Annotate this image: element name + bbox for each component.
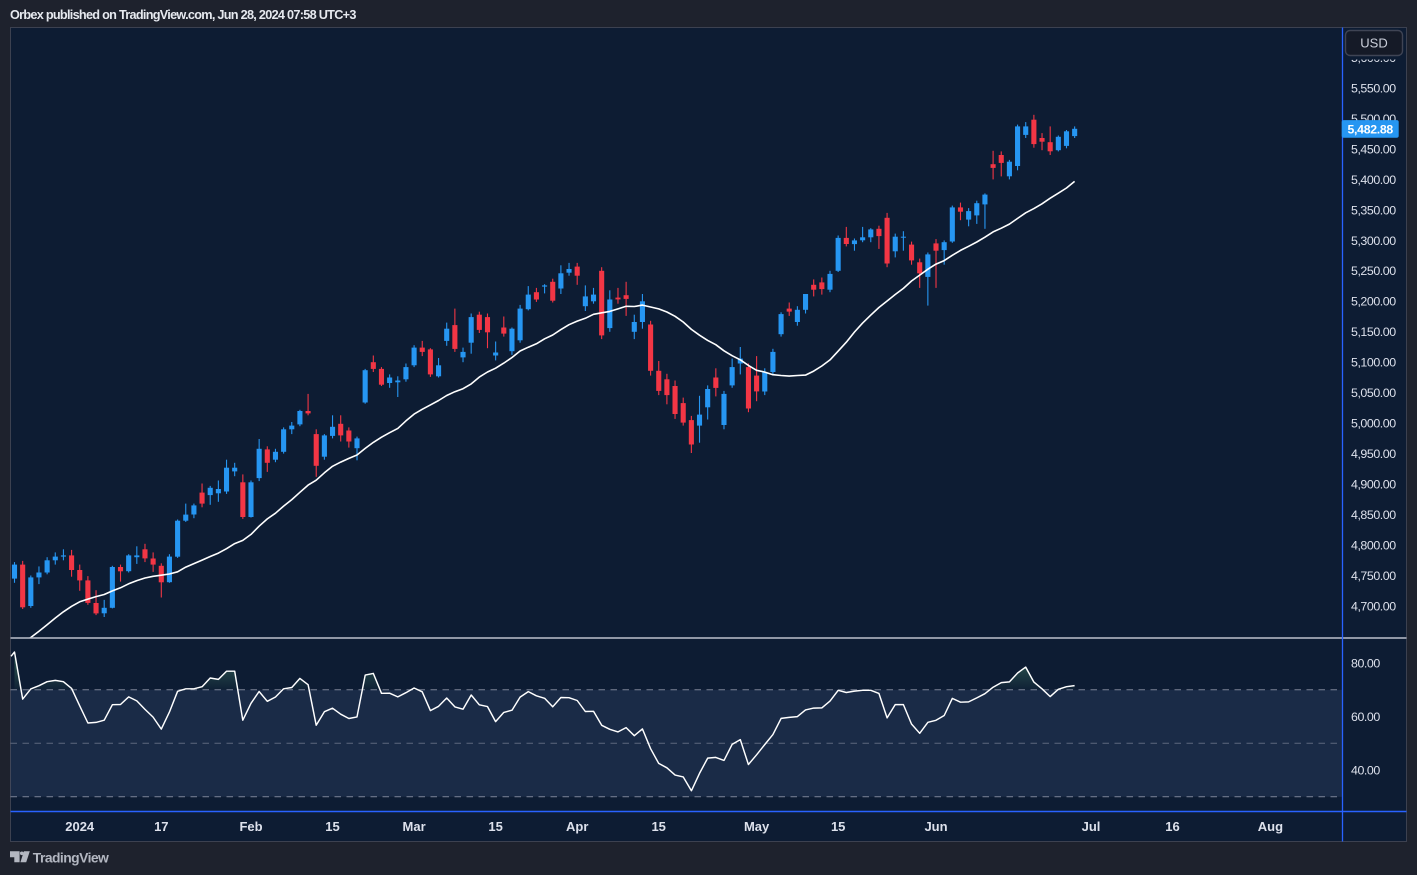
svg-text:5,000.00: 5,000.00 bbox=[1351, 417, 1396, 431]
svg-text:4,900.00: 4,900.00 bbox=[1351, 478, 1396, 492]
svg-text:15: 15 bbox=[831, 819, 845, 834]
svg-text:80.00: 80.00 bbox=[1351, 656, 1380, 670]
svg-text:Mar: Mar bbox=[403, 819, 426, 834]
svg-text:TradingView: TradingView bbox=[33, 849, 109, 865]
svg-text:4,950.00: 4,950.00 bbox=[1351, 447, 1396, 461]
svg-text:15: 15 bbox=[488, 819, 502, 834]
svg-text:Feb: Feb bbox=[239, 819, 262, 834]
svg-text:5,250.00: 5,250.00 bbox=[1351, 264, 1396, 278]
svg-text:17: 17 bbox=[154, 819, 168, 834]
svg-text:40.00: 40.00 bbox=[1351, 763, 1380, 777]
svg-text:5,050.00: 5,050.00 bbox=[1351, 386, 1396, 400]
svg-text:Jun: Jun bbox=[924, 819, 947, 834]
svg-text:4,800.00: 4,800.00 bbox=[1351, 539, 1396, 553]
svg-text:60.00: 60.00 bbox=[1351, 710, 1380, 724]
svg-text:15: 15 bbox=[325, 819, 339, 834]
svg-text:Orbex published on TradingView: Orbex published on TradingView.com, Jun … bbox=[10, 8, 356, 22]
svg-text:4,750.00: 4,750.00 bbox=[1351, 569, 1396, 583]
svg-text:16: 16 bbox=[1165, 819, 1179, 834]
svg-text:2024: 2024 bbox=[65, 819, 95, 834]
svg-text:5,350.00: 5,350.00 bbox=[1351, 203, 1396, 217]
svg-text:4,700.00: 4,700.00 bbox=[1351, 599, 1396, 613]
svg-text:5,482.88: 5,482.88 bbox=[1348, 123, 1394, 137]
svg-text:Apr: Apr bbox=[566, 819, 588, 834]
svg-text:5,150.00: 5,150.00 bbox=[1351, 325, 1396, 339]
svg-text:5,300.00: 5,300.00 bbox=[1351, 234, 1396, 248]
svg-text:Jul: Jul bbox=[1082, 819, 1101, 834]
svg-text:4,850.00: 4,850.00 bbox=[1351, 508, 1396, 522]
svg-text:5,550.00: 5,550.00 bbox=[1351, 81, 1396, 95]
svg-text:USD: USD bbox=[1360, 36, 1387, 51]
svg-text:5,450.00: 5,450.00 bbox=[1351, 142, 1396, 156]
svg-text:5,400.00: 5,400.00 bbox=[1351, 173, 1396, 187]
svg-text:May: May bbox=[744, 819, 770, 834]
svg-text:5,200.00: 5,200.00 bbox=[1351, 295, 1396, 309]
svg-text:Aug: Aug bbox=[1258, 819, 1283, 834]
svg-text:15: 15 bbox=[651, 819, 665, 834]
svg-text:5,100.00: 5,100.00 bbox=[1351, 356, 1396, 370]
